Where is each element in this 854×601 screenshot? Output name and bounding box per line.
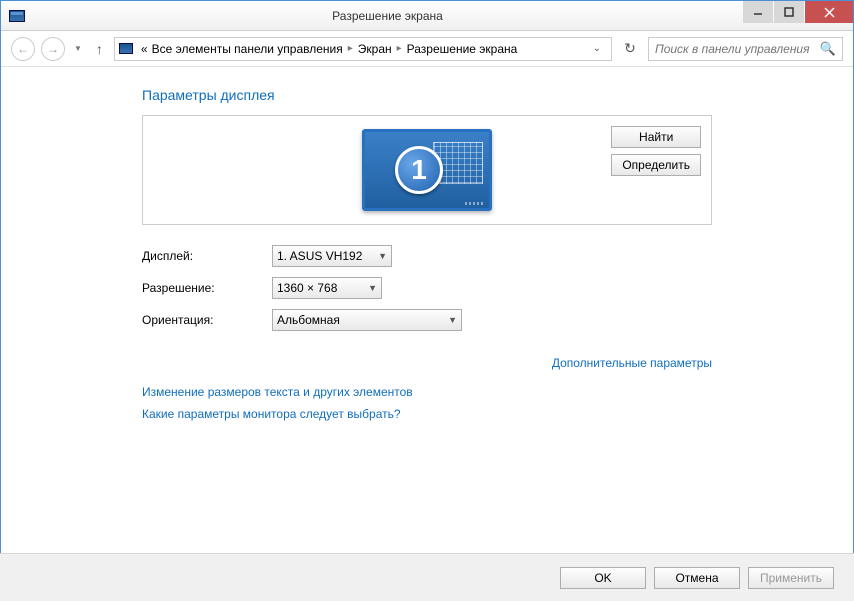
search-box[interactable]: 🔍	[648, 37, 843, 61]
breadcrumb-item[interactable]: Разрешение экрана	[405, 42, 520, 56]
window-title: Разрешение экрана	[33, 9, 742, 23]
resolution-value: 1360 × 768	[277, 281, 337, 295]
minimize-button[interactable]	[743, 1, 773, 23]
display-dropdown[interactable]: 1. ASUS VH192 ▼	[272, 245, 392, 267]
monitor-preview-box: 1 Найти Определить	[142, 115, 712, 225]
toolbar: ← → ▼ ↑ « Все элементы панели управления…	[1, 31, 853, 67]
monitor-number-badge: 1	[395, 146, 443, 194]
chevron-down-icon: ▼	[378, 251, 387, 261]
monitor-thumbnail[interactable]: 1	[362, 129, 492, 211]
close-button[interactable]	[805, 1, 853, 23]
detect-button[interactable]: Найти	[611, 126, 701, 148]
display-label: Дисплей:	[142, 249, 272, 263]
orientation-dropdown[interactable]: Альбомная ▼	[272, 309, 462, 331]
app-icon	[9, 10, 25, 22]
breadcrumb-item[interactable]: Экран	[356, 42, 394, 56]
chevron-right-icon[interactable]: ▸	[394, 43, 405, 54]
search-input[interactable]	[655, 42, 820, 56]
refresh-button[interactable]: ↻	[618, 37, 642, 61]
cancel-button[interactable]: Отмена	[654, 567, 740, 589]
help-links: Изменение размеров текста и других элеме…	[142, 385, 712, 421]
orientation-label: Ориентация:	[142, 313, 272, 327]
window-controls	[742, 1, 853, 30]
forward-button[interactable]: →	[41, 37, 65, 61]
advanced-settings-link[interactable]: Дополнительные параметры	[142, 356, 712, 370]
chevron-right-icon[interactable]: ▸	[345, 43, 356, 54]
address-dropdown-icon[interactable]: ⌄	[587, 43, 607, 54]
titlebar: Разрешение экрана	[1, 1, 853, 31]
breadcrumb-item[interactable]: Все элементы панели управления	[150, 42, 345, 56]
text-size-link[interactable]: Изменение размеров текста и других элеме…	[142, 385, 712, 399]
location-icon	[119, 43, 133, 54]
footer-bar: OK Отмена Применить	[0, 553, 854, 601]
chevron-down-icon: ▼	[448, 315, 457, 325]
back-button[interactable]: ←	[11, 37, 35, 61]
resolution-dropdown[interactable]: 1360 × 768 ▼	[272, 277, 382, 299]
resolution-label: Разрешение:	[142, 281, 272, 295]
ok-button[interactable]: OK	[560, 567, 646, 589]
display-row: Дисплей: 1. ASUS VH192 ▼	[142, 245, 712, 267]
up-button[interactable]: ↑	[91, 41, 108, 57]
identify-button[interactable]: Определить	[611, 154, 701, 176]
chevron-down-icon: ▼	[368, 283, 377, 293]
display-value: 1. ASUS VH192	[277, 249, 362, 263]
content-area: Параметры дисплея 1 Найти Определить Дис…	[1, 67, 853, 421]
page-heading: Параметры дисплея	[142, 87, 712, 103]
apply-button[interactable]: Применить	[748, 567, 834, 589]
which-settings-link[interactable]: Какие параметры монитора следует выбрать…	[142, 407, 712, 421]
search-icon[interactable]: 🔍	[820, 41, 836, 57]
maximize-button[interactable]	[774, 1, 804, 23]
address-bar[interactable]: « Все элементы панели управления ▸ Экран…	[114, 37, 612, 61]
breadcrumb-prefix: «	[139, 42, 150, 56]
orientation-value: Альбомная	[277, 313, 340, 327]
orientation-row: Ориентация: Альбомная ▼	[142, 309, 712, 331]
resolution-row: Разрешение: 1360 × 768 ▼	[142, 277, 712, 299]
history-dropdown-icon[interactable]: ▼	[71, 44, 85, 53]
